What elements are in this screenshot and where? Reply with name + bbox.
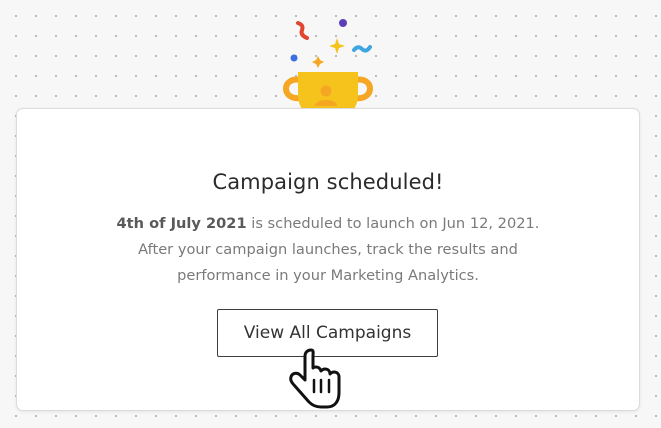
card-title: Campaign scheduled! [212,170,444,194]
confetti-icon [290,19,372,68]
message-line-2: After your campaign launches, track the … [138,241,518,258]
hand-pointer-icon [289,348,341,409]
card-message: 4th of July 2021 is scheduled to launch … [57,211,599,289]
launch-date-text: is scheduled to launch on Jun 12, 2021. [246,215,540,232]
campaign-name: 4th of July 2021 [116,215,247,232]
message-line-1: 4th of July 2021 is scheduled to launch … [57,211,599,237]
message-line-3: performance in your Marketing Analytics. [177,267,479,284]
